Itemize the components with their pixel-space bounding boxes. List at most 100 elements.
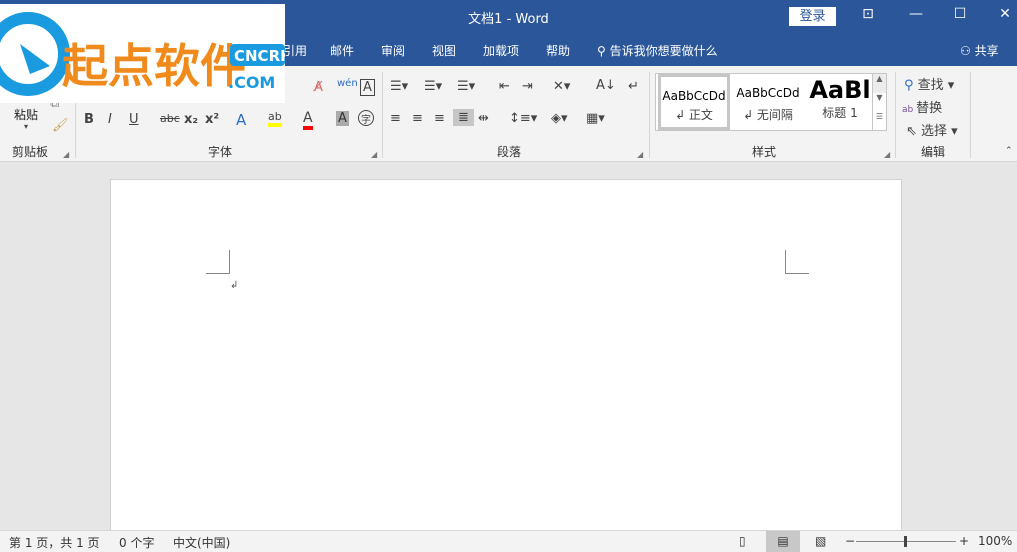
minimize-icon[interactable]: —: [906, 6, 926, 22]
logo-icon: 起点软件 CNCRK .COM: [0, 12, 293, 96]
scroll-up-icon[interactable]: ▲: [873, 74, 886, 93]
font-launcher-icon[interactable]: ◢: [371, 150, 377, 159]
text-effects-icon[interactable]: A: [236, 111, 246, 129]
group-label-font: 字体: [208, 145, 233, 159]
find-button[interactable]: ⚲ 查找 ▾: [904, 74, 954, 93]
superscript-button[interactable]: x²: [205, 112, 219, 127]
char-border-icon[interactable]: A: [360, 79, 375, 96]
format-painter-icon[interactable]: 🖌: [52, 118, 69, 133]
svg-text:CNCRK: CNCRK: [234, 47, 285, 65]
sort-icon[interactable]: A↓: [596, 78, 616, 93]
clear-format-icon[interactable]: A̸: [314, 80, 323, 95]
language[interactable]: 中文(中国): [173, 534, 230, 551]
cursor-icon: ⇖: [906, 124, 922, 139]
style-name: 标题 1: [822, 106, 858, 120]
distributed-icon[interactable]: ⇹: [478, 111, 489, 126]
font-color-icon[interactable]: A: [303, 110, 313, 130]
strikethrough-button[interactable]: abc: [160, 112, 180, 125]
increase-indent-icon[interactable]: ⇥: [522, 79, 533, 94]
tab-view[interactable]: 视图: [432, 42, 456, 59]
zoom-level[interactable]: 100%: [978, 534, 1012, 548]
group-label-paragraph: 段落: [497, 145, 522, 159]
style-sample: AaBl: [809, 76, 871, 104]
replace-icon: ab: [902, 105, 917, 115]
scroll-down-icon[interactable]: ▼: [873, 93, 886, 112]
char-shading-icon[interactable]: A: [336, 111, 349, 126]
margin-mark: [206, 250, 230, 274]
collapse-ribbon-icon[interactable]: ⌃: [1005, 146, 1013, 156]
styles-launcher-icon[interactable]: ◢: [884, 150, 890, 159]
shading-icon[interactable]: ◈▾: [551, 111, 568, 126]
divider: [382, 72, 383, 158]
tab-review[interactable]: 审阅: [381, 42, 405, 59]
paragraph-launcher-icon[interactable]: ◢: [637, 150, 643, 159]
align-left-icon[interactable]: ≡: [390, 111, 401, 126]
line-spacing-icon[interactable]: ↕≡▾: [509, 111, 537, 126]
show-marks-icon[interactable]: ↵: [628, 79, 639, 94]
style-normal[interactable]: AaBbCcDd ↲ 正文: [658, 74, 730, 130]
underline-button[interactable]: U: [129, 112, 139, 127]
styles-scrollbar[interactable]: ▲ ▼ ☰: [872, 74, 886, 130]
page-count[interactable]: 第 1 页，共 1 页: [9, 534, 100, 551]
style-name: ↲ 无间隔: [743, 108, 793, 122]
zoom-slider-thumb[interactable]: [904, 536, 907, 547]
web-layout-icon[interactable]: ▧: [815, 534, 826, 548]
svg-text:起点软件: 起点软件: [62, 39, 246, 93]
search-icon: ⚲: [597, 44, 610, 58]
person-add-icon: ⚇: [960, 44, 975, 58]
bold-button[interactable]: B: [84, 112, 94, 127]
find-label: 查找: [917, 78, 944, 93]
paste-button[interactable]: 粘贴: [14, 106, 38, 123]
share-label: 共享: [974, 44, 999, 58]
subscript-button[interactable]: x₂: [184, 112, 198, 127]
paragraph-mark-icon: ↲: [230, 280, 239, 291]
document-page[interactable]: ↲: [110, 179, 902, 539]
maximize-icon[interactable]: ☐: [950, 6, 970, 22]
tab-help[interactable]: 帮助: [546, 42, 570, 59]
style-no-spacing[interactable]: AaBbCcDd ↲ 无间隔: [732, 74, 804, 130]
tell-me-search[interactable]: ⚲ 告诉我你想要做什么: [597, 42, 718, 59]
tab-addins[interactable]: 加载项: [483, 42, 519, 59]
chinese-layout-icon[interactable]: ✕▾: [553, 79, 570, 94]
tell-me-label: 告诉我你想要做什么: [609, 44, 718, 58]
more-styles-icon[interactable]: ☰: [873, 112, 886, 121]
group-label-clipboard: 剪贴板: [12, 145, 49, 159]
select-label: 选择: [921, 124, 948, 139]
replace-button[interactable]: ab 替换: [902, 97, 942, 116]
phonetic-guide-button[interactable]: wén: [337, 78, 358, 89]
bullets-icon[interactable]: ☰▾: [390, 79, 408, 94]
italic-button[interactable]: I: [108, 112, 112, 127]
tab-references[interactable]: 引用: [283, 42, 307, 59]
styles-gallery: AaBbCcDd ↲ 正文 AaBbCcDd ↲ 无间隔 AaBl 标题 1 ▲ ▼ ☰: [655, 73, 887, 131]
zoom-out-icon[interactable]: −: [845, 534, 855, 548]
decrease-indent-icon[interactable]: ⇤: [499, 79, 510, 94]
clipboard-launcher-icon[interactable]: ◢: [63, 150, 69, 159]
status-bar: 第 1 页，共 1 页 0 个字 中文(中国) ▯ ▤ ▧ − + 100%: [0, 530, 1017, 552]
divider: [970, 72, 971, 158]
print-layout-icon[interactable]: ▤: [766, 531, 800, 552]
tab-mailings[interactable]: 邮件: [330, 42, 354, 59]
style-name: ↲ 正文: [675, 108, 713, 122]
read-mode-icon[interactable]: ▯: [739, 534, 746, 548]
group-label-styles: 样式: [752, 145, 777, 159]
ribbon-display-icon[interactable]: ⊡: [858, 6, 878, 22]
paste-dropdown-icon[interactable]: ▾: [24, 122, 28, 131]
share-button[interactable]: ⚇ 共享: [960, 42, 999, 59]
borders-icon[interactable]: ▦▾: [586, 111, 605, 126]
word-count[interactable]: 0 个字: [119, 534, 154, 551]
divider: [895, 72, 896, 158]
enclosed-char-button[interactable]: 字: [358, 110, 374, 126]
highlight-icon[interactable]: ab: [268, 110, 282, 127]
numbering-icon[interactable]: ☰▾: [424, 79, 442, 94]
align-center-icon[interactable]: ≡: [412, 111, 423, 126]
multilevel-list-icon[interactable]: ☰▾: [457, 79, 475, 94]
close-icon[interactable]: ✕: [995, 6, 1015, 22]
justify-icon[interactable]: ≣: [453, 109, 474, 126]
style-sample: AaBbCcDd: [736, 86, 800, 100]
zoom-in-icon[interactable]: +: [959, 534, 969, 548]
align-right-icon[interactable]: ≡: [434, 111, 445, 126]
login-button[interactable]: 登录: [789, 7, 836, 26]
style-sample: AaBbCcDd: [662, 89, 726, 103]
select-button[interactable]: ⇖ 选择 ▾: [906, 120, 958, 139]
style-heading-1[interactable]: AaBl 标题 1: [804, 74, 876, 130]
